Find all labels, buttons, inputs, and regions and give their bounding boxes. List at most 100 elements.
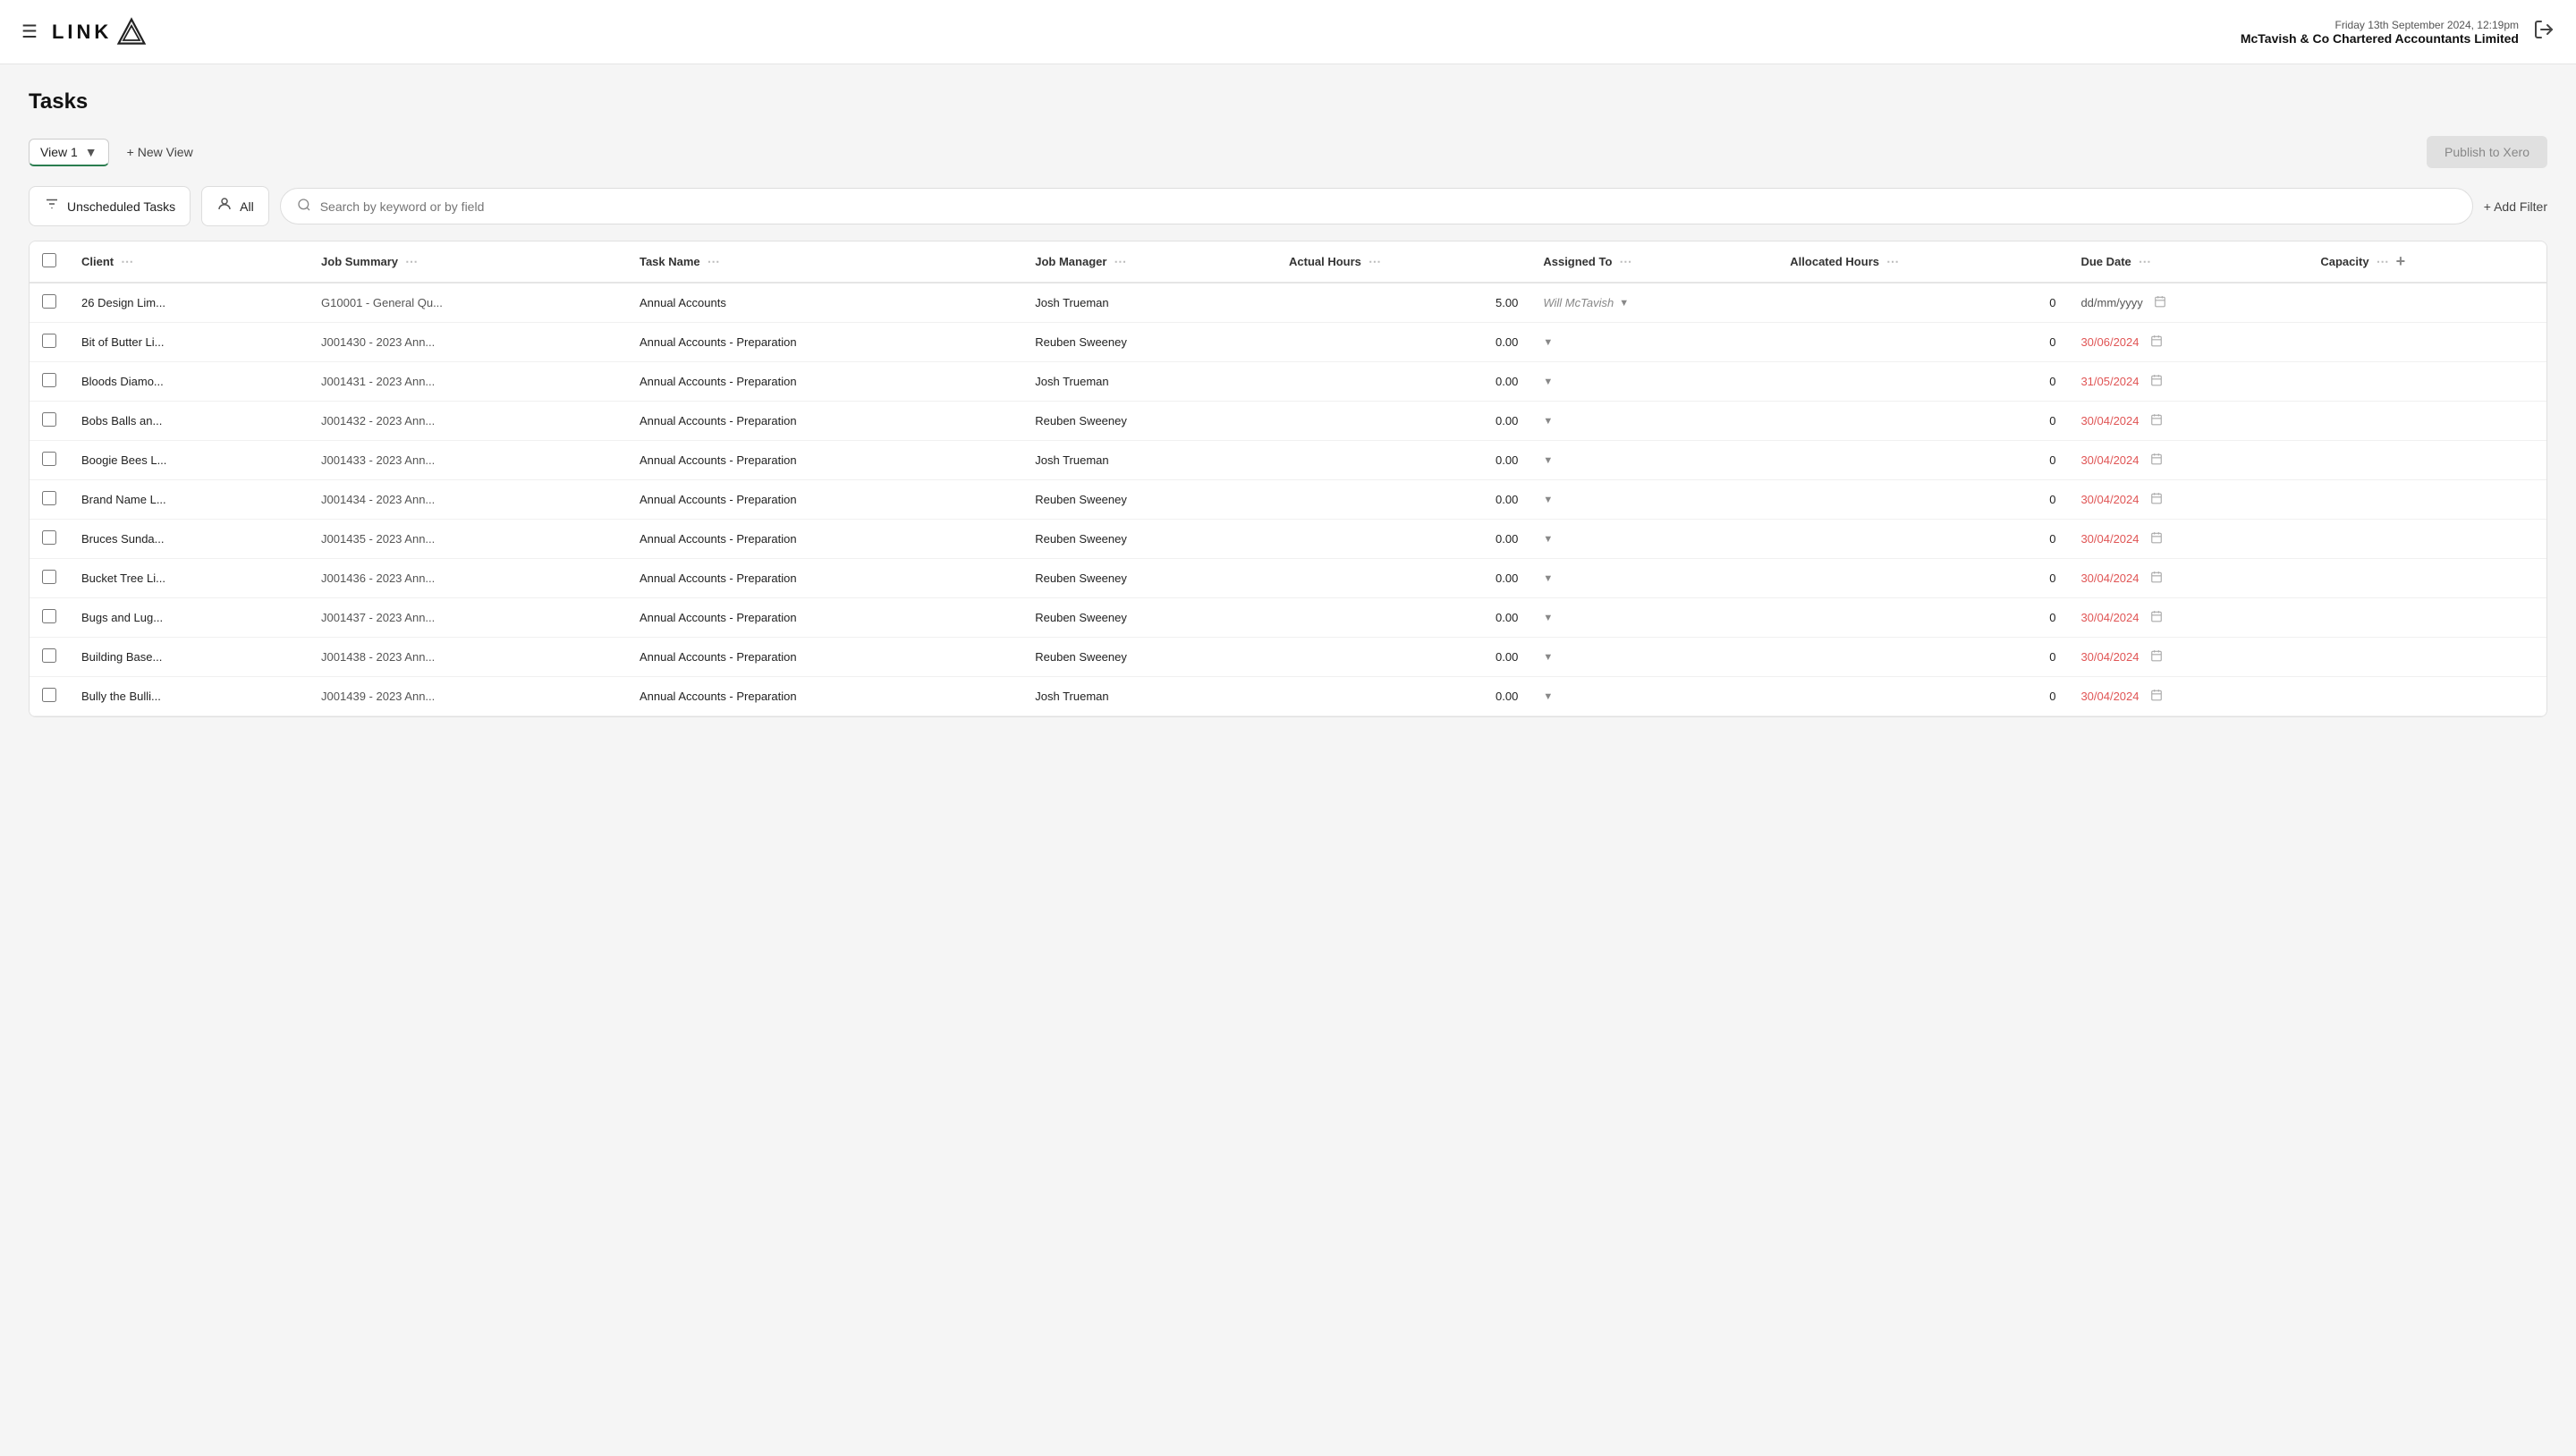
assigned-to-col-options[interactable]: ⋯: [1619, 254, 1631, 269]
td-job-manager: Reuben Sweeney: [1022, 520, 1276, 559]
row-checkbox[interactable]: [42, 530, 56, 545]
assigned-dropdown-arrow[interactable]: ▼: [1543, 652, 1553, 663]
td-client: Bugs and Lug...: [69, 598, 309, 638]
td-task-name: Annual Accounts - Preparation: [627, 323, 1022, 362]
td-assigned-to[interactable]: ▼: [1530, 480, 1777, 520]
table-row: Bobs Balls an... J001432 - 2023 Ann... A…: [30, 402, 2546, 441]
new-view-button[interactable]: + New View: [120, 140, 200, 165]
td-assigned-to[interactable]: ▼: [1530, 677, 1777, 716]
td-job-manager: Reuben Sweeney: [1022, 638, 1276, 677]
td-assigned-to[interactable]: Will McTavish ▼: [1530, 283, 1777, 323]
page-content: Tasks View 1 ▼ + New View Publish to Xer…: [0, 64, 2576, 742]
job-summary-col-options[interactable]: ⋯: [405, 254, 418, 269]
calendar-icon[interactable]: [2150, 492, 2163, 507]
calendar-icon[interactable]: [2154, 295, 2166, 310]
calendar-icon[interactable]: [2150, 413, 2163, 428]
select-all-checkbox[interactable]: [42, 253, 56, 267]
row-checkbox[interactable]: [42, 452, 56, 466]
search-bar[interactable]: [280, 188, 2473, 224]
assigned-dropdown-arrow[interactable]: ▼: [1543, 416, 1553, 427]
table-row: Boogie Bees L... J001433 - 2023 Ann... A…: [30, 441, 2546, 480]
assigned-dropdown-arrow[interactable]: ▼: [1543, 573, 1553, 584]
add-column-button[interactable]: +: [2396, 252, 2406, 271]
client-col-options[interactable]: ⋯: [121, 254, 133, 269]
td-assigned-to[interactable]: ▼: [1530, 402, 1777, 441]
td-capacity: [2308, 362, 2546, 402]
assigned-dropdown-arrow[interactable]: ▼: [1543, 691, 1553, 702]
td-allocated-hours: 0: [1777, 638, 2068, 677]
td-due-date: 30/06/2024: [2068, 323, 2308, 362]
allocated-hours-col-options[interactable]: ⋯: [1886, 254, 1899, 269]
td-due-date: 30/04/2024: [2068, 598, 2308, 638]
assigned-dropdown-arrow[interactable]: ▼: [1543, 377, 1553, 387]
assigned-name: Will McTavish: [1543, 296, 1614, 309]
row-checkbox-cell: [30, 283, 69, 323]
row-checkbox[interactable]: [42, 373, 56, 387]
assigned-dropdown-arrow[interactable]: ▼: [1543, 534, 1553, 545]
td-assigned-to[interactable]: ▼: [1530, 441, 1777, 480]
td-actual-hours: 0.00: [1276, 441, 1530, 480]
assigned-dropdown-arrow[interactable]: ▼: [1543, 495, 1553, 505]
td-client: Bully the Bulli...: [69, 677, 309, 716]
row-checkbox-cell: [30, 559, 69, 598]
header-date: Friday 13th September 2024, 12:19pm: [2241, 19, 2519, 31]
filter-chip-person[interactable]: All: [201, 186, 269, 226]
assigned-dropdown-arrow[interactable]: ▼: [1543, 337, 1553, 348]
search-input[interactable]: [320, 199, 2456, 214]
view-selector[interactable]: View 1 ▼: [29, 139, 109, 166]
assigned-dropdown-arrow[interactable]: ▼: [1619, 298, 1629, 309]
add-filter-button[interactable]: + Add Filter: [2484, 199, 2547, 214]
actual-hours-col-options[interactable]: ⋯: [1368, 254, 1381, 269]
th-select-all[interactable]: [30, 241, 69, 283]
td-assigned-to[interactable]: ▼: [1530, 520, 1777, 559]
calendar-icon[interactable]: [2150, 649, 2163, 665]
task-name-col-options[interactable]: ⋯: [708, 254, 720, 269]
td-actual-hours: 0.00: [1276, 402, 1530, 441]
calendar-icon[interactable]: [2150, 374, 2163, 389]
row-checkbox[interactable]: [42, 609, 56, 623]
table-row: Bruces Sunda... J001435 - 2023 Ann... An…: [30, 520, 2546, 559]
row-checkbox[interactable]: [42, 491, 56, 505]
row-checkbox[interactable]: [42, 412, 56, 427]
app-header: ☰ LINK Friday 13th September 2024, 12:19…: [0, 0, 2576, 64]
td-capacity: [2308, 441, 2546, 480]
td-job-manager: Josh Trueman: [1022, 677, 1276, 716]
td-assigned-to[interactable]: ▼: [1530, 598, 1777, 638]
td-capacity: [2308, 559, 2546, 598]
td-due-date: 30/04/2024: [2068, 402, 2308, 441]
calendar-icon[interactable]: [2150, 689, 2163, 704]
header-info: Friday 13th September 2024, 12:19pm McTa…: [2241, 19, 2519, 46]
due-date-col-options[interactable]: ⋯: [2139, 254, 2151, 269]
menu-icon[interactable]: ☰: [21, 21, 38, 43]
calendar-icon[interactable]: [2150, 453, 2163, 468]
assigned-dropdown-arrow[interactable]: ▼: [1543, 613, 1553, 623]
capacity-col-options[interactable]: ⋯: [2377, 254, 2389, 269]
publish-button[interactable]: Publish to Xero: [2427, 136, 2547, 168]
assigned-dropdown-arrow[interactable]: ▼: [1543, 455, 1553, 466]
calendar-icon[interactable]: [2150, 334, 2163, 350]
row-checkbox[interactable]: [42, 570, 56, 584]
logout-icon[interactable]: [2533, 19, 2555, 46]
td-task-name: Annual Accounts - Preparation: [627, 362, 1022, 402]
td-assigned-to[interactable]: ▼: [1530, 362, 1777, 402]
td-allocated-hours: 0: [1777, 283, 2068, 323]
filter-chip-tasks[interactable]: Unscheduled Tasks: [29, 186, 191, 226]
row-checkbox[interactable]: [42, 294, 56, 309]
calendar-icon[interactable]: [2150, 571, 2163, 586]
td-assigned-to[interactable]: ▼: [1530, 323, 1777, 362]
logo-triangle-icon: [115, 16, 148, 48]
row-checkbox[interactable]: [42, 648, 56, 663]
row-checkbox[interactable]: [42, 688, 56, 702]
td-actual-hours: 0.00: [1276, 362, 1530, 402]
table-row: 26 Design Lim... G10001 - General Qu... …: [30, 283, 2546, 323]
row-checkbox[interactable]: [42, 334, 56, 348]
th-task-name: Task Name ⋯: [627, 241, 1022, 283]
calendar-icon[interactable]: [2150, 610, 2163, 625]
td-capacity: [2308, 638, 2546, 677]
due-date-value: 30/04/2024: [2080, 453, 2139, 467]
due-date-value: 30/04/2024: [2080, 414, 2139, 427]
td-assigned-to[interactable]: ▼: [1530, 638, 1777, 677]
td-assigned-to[interactable]: ▼: [1530, 559, 1777, 598]
job-manager-col-options[interactable]: ⋯: [1114, 254, 1126, 269]
calendar-icon[interactable]: [2150, 531, 2163, 546]
